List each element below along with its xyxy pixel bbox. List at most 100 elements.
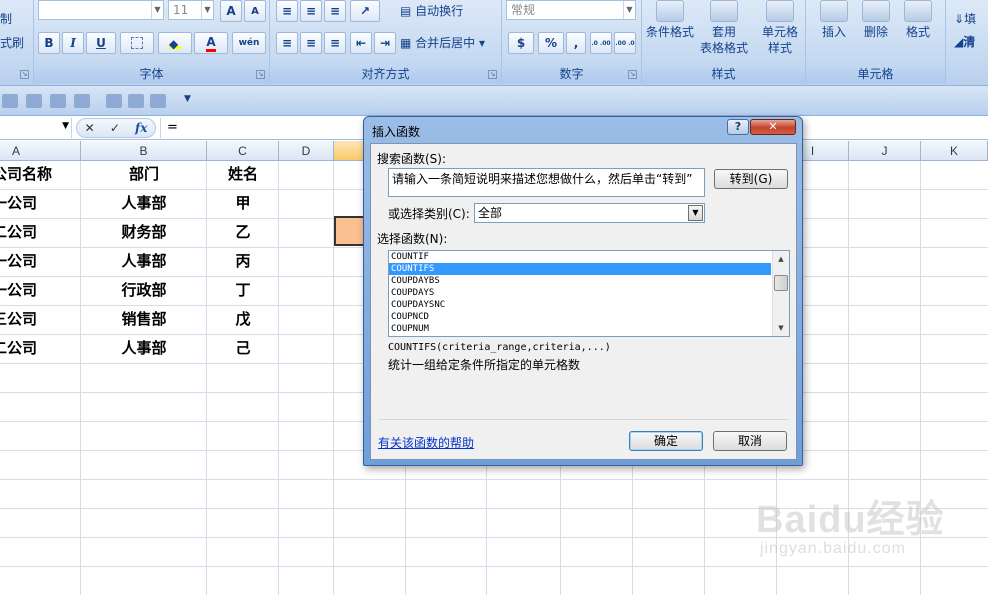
list-item[interactable]: COUPNCD xyxy=(389,311,771,323)
underline-button[interactable]: U xyxy=(86,32,116,54)
settings-icon[interactable] xyxy=(150,94,166,108)
function-help-link[interactable]: 有关该函数的帮助 xyxy=(378,434,474,451)
help-icon[interactable]: ? xyxy=(727,119,749,135)
scroll-up-icon[interactable]: ▲ xyxy=(775,253,787,265)
insert-function-icon[interactable]: fx xyxy=(135,121,147,135)
redo-icon[interactable] xyxy=(26,94,42,108)
active-cell[interactable] xyxy=(334,216,366,246)
column-header-k[interactable]: K xyxy=(921,141,988,161)
fill-button[interactable]: ⇓填 xyxy=(954,10,976,27)
delete-cells-button[interactable]: 删除 xyxy=(852,0,900,40)
format-painter-label[interactable]: 式刷 xyxy=(0,34,24,51)
customize-qat-icon[interactable]: ▼ xyxy=(184,94,191,104)
category-select[interactable]: 全部 ▼ xyxy=(474,203,705,223)
form-icon[interactable] xyxy=(106,94,122,108)
table-cell[interactable]: 一公司 xyxy=(0,247,72,275)
decrease-indent-button[interactable]: ⇤ xyxy=(350,32,372,54)
conditional-format-button[interactable]: 条件格式 xyxy=(646,0,694,40)
enter-entry-icon[interactable]: ✓ xyxy=(110,121,120,135)
increase-decimal-button[interactable]: .0 .00 xyxy=(590,32,612,54)
table-cell[interactable]: 甲 xyxy=(207,189,279,217)
table-cell[interactable]: 己 xyxy=(207,334,279,362)
table-cell[interactable]: 行政部 xyxy=(81,276,207,304)
phonetic-button[interactable]: wén xyxy=(232,32,266,54)
clipboard-launcher-icon[interactable]: ↘ xyxy=(20,70,29,79)
column-header-b[interactable]: B xyxy=(81,141,207,161)
border-button[interactable] xyxy=(120,32,154,54)
table-cell[interactable]: 一公司 xyxy=(0,189,72,217)
font-size-combo[interactable]: 11 ▼ xyxy=(168,0,214,20)
list-item[interactable]: COUPDAYS xyxy=(389,287,771,299)
font-color-button[interactable]: A xyxy=(194,32,228,54)
shrink-font-button[interactable]: A xyxy=(244,0,266,22)
alignment-launcher-icon[interactable]: ↘ xyxy=(488,70,497,79)
chart-icon[interactable] xyxy=(50,94,66,108)
merge-center-button[interactable]: ▦ 合并后居中 ▾ xyxy=(400,34,485,51)
undo-icon[interactable] xyxy=(2,94,18,108)
table-cell[interactable]: 二公司 xyxy=(0,218,72,246)
table-cell[interactable]: 三公司 xyxy=(0,305,72,333)
table-cell[interactable]: 丙 xyxy=(207,247,279,275)
search-function-input[interactable]: 请输入一条简短说明来描述您想做什么，然后单击“转到” xyxy=(388,168,705,197)
go-button[interactable]: 转到(G) xyxy=(714,169,788,189)
header-cell-company[interactable]: 公司名称 xyxy=(0,160,72,188)
fill-color-button[interactable]: ◆ xyxy=(158,32,192,54)
italic-button[interactable]: I xyxy=(62,32,84,54)
list-item[interactable]: COUPDAYBS xyxy=(389,275,771,287)
copy-label-partial[interactable]: 制 xyxy=(0,10,12,27)
table-cell[interactable]: 二公司 xyxy=(0,334,72,362)
cancel-entry-icon[interactable]: ✕ xyxy=(85,121,95,135)
close-icon[interactable]: ✕ xyxy=(750,119,796,135)
table-cell[interactable]: 乙 xyxy=(207,218,279,246)
list-item[interactable]: COUNTIFS xyxy=(389,263,771,275)
chevron-down-icon[interactable]: ▼ xyxy=(623,1,635,19)
table-cell[interactable]: 丁 xyxy=(207,276,279,304)
table-cell[interactable]: 人事部 xyxy=(81,189,207,217)
comma-button[interactable]: , xyxy=(566,32,586,54)
table-format-button[interactable]: 套用 表格格式 xyxy=(700,0,748,56)
align-middle-button[interactable]: ≡ xyxy=(300,0,322,22)
function-list[interactable]: COUNTIF COUNTIFS COUPDAYBS COUPDAYS COUP… xyxy=(388,250,790,337)
increase-indent-button[interactable]: ⇥ xyxy=(374,32,396,54)
cell-styles-button[interactable]: 单元格 样式 xyxy=(756,0,804,56)
font-launcher-icon[interactable]: ↘ xyxy=(256,70,265,79)
header-cell-department[interactable]: 部门 xyxy=(81,160,207,188)
cancel-button[interactable]: 取消 xyxy=(713,431,787,451)
number-format-combo[interactable]: 常规 ▼ xyxy=(506,0,636,20)
column-header-c[interactable]: C xyxy=(207,141,279,161)
chevron-down-icon[interactable]: ▼ xyxy=(151,1,163,19)
list-item[interactable]: COUPNUM xyxy=(389,323,771,335)
wrap-text-button[interactable]: ▤ 自动换行 xyxy=(400,2,463,19)
header-cell-name[interactable]: 姓名 xyxy=(207,160,279,188)
align-right-button[interactable]: ≡ xyxy=(324,32,346,54)
scroll-thumb[interactable] xyxy=(774,275,788,291)
clear-button[interactable]: ◢清 xyxy=(954,33,975,50)
table-cell[interactable]: 财务部 xyxy=(81,218,207,246)
chevron-down-icon[interactable]: ▼ xyxy=(62,121,69,131)
accounting-button[interactable]: $ xyxy=(508,32,534,54)
list-item[interactable]: COUPDAYSNC xyxy=(389,299,771,311)
column-header-d[interactable]: D xyxy=(279,141,334,161)
align-bottom-button[interactable]: ≡ xyxy=(324,0,346,22)
bold-button[interactable]: B xyxy=(38,32,60,54)
function-list-scrollbar[interactable]: ▲ ▼ xyxy=(772,251,789,336)
grow-font-button[interactable]: A xyxy=(220,0,242,22)
list-item[interactable]: COUNTIF xyxy=(389,251,771,263)
chevron-down-icon[interactable]: ▼ xyxy=(201,1,213,19)
align-left-button[interactable]: ≡ xyxy=(276,32,298,54)
insert-cells-button[interactable]: 插入 xyxy=(810,0,858,40)
format-cells-button[interactable]: 格式 xyxy=(894,0,942,40)
chevron-down-icon[interactable]: ▼ xyxy=(688,205,703,221)
table-cell[interactable]: 人事部 xyxy=(81,247,207,275)
ok-button[interactable]: 确定 xyxy=(629,431,703,451)
scroll-down-icon[interactable]: ▼ xyxy=(775,322,787,334)
table-cell[interactable]: 戊 xyxy=(207,305,279,333)
orientation-button[interactable]: ↗ xyxy=(350,0,380,22)
decrease-decimal-button[interactable]: .00 .0 xyxy=(614,32,636,54)
font-name-combo[interactable]: ▼ xyxy=(38,0,164,20)
table-cell[interactable]: 一公司 xyxy=(0,276,72,304)
percent-button[interactable]: % xyxy=(538,32,564,54)
print-preview-icon[interactable] xyxy=(128,94,144,108)
align-top-button[interactable]: ≡ xyxy=(276,0,298,22)
align-center-button[interactable]: ≡ xyxy=(300,32,322,54)
